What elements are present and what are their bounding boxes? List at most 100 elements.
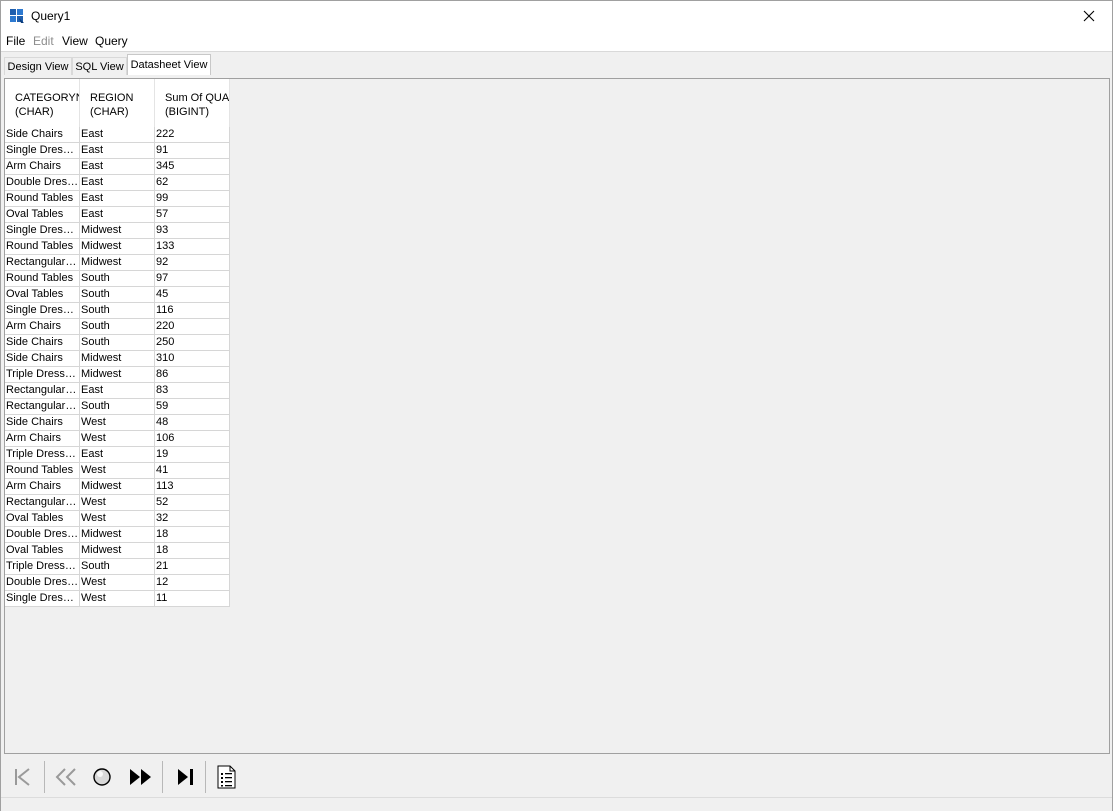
table-cell[interactable]: Side Chairs [5, 415, 80, 431]
table-cell[interactable]: South [80, 303, 155, 319]
table-cell[interactable]: Round Tables [5, 191, 80, 207]
table-cell[interactable]: East [80, 383, 155, 399]
table-cell[interactable]: 250 [155, 335, 230, 351]
table-row[interactable]: Arm Chairs Midwest 113 [5, 479, 230, 495]
table-row[interactable]: Triple Dressers East 19 [5, 447, 230, 463]
table-cell[interactable]: 86 [155, 367, 230, 383]
table-row[interactable]: Triple Dressers Midwest 86 [5, 367, 230, 383]
table-cell[interactable]: 19 [155, 447, 230, 463]
table-cell[interactable]: Side Chairs [5, 127, 80, 143]
table-cell[interactable]: Single Dressers [5, 223, 80, 239]
table-cell[interactable]: 52 [155, 495, 230, 511]
table-cell[interactable]: Double Dressers [5, 175, 80, 191]
table-cell[interactable]: West [80, 431, 155, 447]
table-cell[interactable]: Triple Dressers [5, 447, 80, 463]
table-cell[interactable]: 99 [155, 191, 230, 207]
column-header[interactable]: CATEGORYNAME (CHAR) [5, 79, 80, 127]
table-cell[interactable]: Double Dressers [5, 527, 80, 543]
table-cell[interactable]: Oval Tables [5, 207, 80, 223]
table-row[interactable]: Rectangular TablesEast83 [5, 383, 230, 399]
table-row[interactable]: Round Tables East 99 [5, 191, 230, 207]
tab-design-view[interactable]: Design View [4, 57, 72, 75]
table-cell[interactable]: 133 [155, 239, 230, 255]
tab-datasheet-view[interactable]: Datasheet View [127, 54, 211, 75]
table-cell[interactable]: Rectangular Tables [5, 495, 80, 511]
table-cell[interactable]: Triple Dressers [5, 559, 80, 575]
table-row[interactable]: Side Chairs East 222 [5, 127, 230, 143]
table-cell[interactable]: 116 [155, 303, 230, 319]
table-cell[interactable]: South [80, 559, 155, 575]
table-cell[interactable]: Oval Tables [5, 511, 80, 527]
table-cell[interactable]: 83 [155, 383, 230, 399]
table-row[interactable]: Single Dressers East 91 [5, 143, 230, 159]
table-row[interactable]: Rectangular TablesMidwest92 [5, 255, 230, 271]
table-row[interactable]: Double Dressers Midwest 18 [5, 527, 230, 543]
tab-sql-view[interactable]: SQL View [72, 57, 127, 75]
menu-view[interactable]: View [62, 34, 88, 48]
table-row[interactable]: Round Tables West 41 [5, 463, 230, 479]
menu-edit[interactable]: Edit [33, 34, 54, 48]
last-record-button[interactable] [171, 763, 199, 791]
table-cell[interactable]: 113 [155, 479, 230, 495]
table-cell[interactable]: 92 [155, 255, 230, 271]
table-row[interactable]: Single Dressers South 116 [5, 303, 230, 319]
close-button[interactable] [1066, 1, 1112, 31]
table-cell[interactable]: Midwest [80, 543, 155, 559]
table-cell[interactable]: East [80, 191, 155, 207]
table-row[interactable]: Arm Chairs South 220 [5, 319, 230, 335]
table-cell[interactable]: Arm Chairs [5, 319, 80, 335]
table-cell[interactable]: 12 [155, 575, 230, 591]
table-row[interactable]: Arm Chairs West 106 [5, 431, 230, 447]
column-header[interactable]: Sum Of QUANTITY (BIGINT) [155, 79, 230, 127]
table-cell[interactable]: West [80, 415, 155, 431]
table-cell[interactable]: South [80, 335, 155, 351]
table-row[interactable]: Single Dressers West 11 [5, 591, 230, 607]
table-cell[interactable]: 106 [155, 431, 230, 447]
table-cell[interactable]: Midwest [80, 527, 155, 543]
table-row[interactable]: Oval Tables West 32 [5, 511, 230, 527]
table-cell[interactable]: East [80, 143, 155, 159]
table-row[interactable]: Oval Tables Midwest 18 [5, 543, 230, 559]
table-cell[interactable]: Side Chairs [5, 335, 80, 351]
table-row[interactable]: Side Chairs West 48 [5, 415, 230, 431]
table-cell[interactable]: 220 [155, 319, 230, 335]
table-cell[interactable]: West [80, 575, 155, 591]
table-cell[interactable]: Round Tables [5, 239, 80, 255]
menu-file[interactable]: File [6, 34, 25, 48]
table-cell[interactable]: 91 [155, 143, 230, 159]
table-row[interactable]: Oval Tables East 57 [5, 207, 230, 223]
table-row[interactable]: Arm Chairs East 345 [5, 159, 230, 175]
table-cell[interactable]: Midwest [80, 351, 155, 367]
table-cell[interactable]: 11 [155, 591, 230, 607]
table-cell[interactable]: West [80, 463, 155, 479]
table-cell[interactable]: East [80, 175, 155, 191]
table-cell[interactable]: East [80, 447, 155, 463]
table-cell[interactable]: Double Dressers [5, 575, 80, 591]
table-cell[interactable]: Arm Chairs [5, 159, 80, 175]
table-cell[interactable]: 18 [155, 527, 230, 543]
table-cell[interactable]: Oval Tables [5, 287, 80, 303]
table-cell[interactable]: 59 [155, 399, 230, 415]
table-cell[interactable]: 222 [155, 127, 230, 143]
table-row[interactable]: Double Dressers East 62 [5, 175, 230, 191]
table-cell[interactable]: Single Dressers [5, 143, 80, 159]
table-cell[interactable]: Single Dressers [5, 591, 80, 607]
table-cell[interactable]: Round Tables [5, 271, 80, 287]
table-row[interactable]: Rectangular TablesWest52 [5, 495, 230, 511]
table-row[interactable]: Side Chairs Midwest 310 [5, 351, 230, 367]
first-record-button[interactable] [9, 763, 37, 791]
table-cell[interactable]: 345 [155, 159, 230, 175]
table-cell[interactable]: Midwest [80, 255, 155, 271]
table-cell[interactable]: Single Dressers [5, 303, 80, 319]
table-cell[interactable]: Midwest [80, 223, 155, 239]
table-row[interactable]: Oval Tables South 45 [5, 287, 230, 303]
table-cell[interactable]: East [80, 127, 155, 143]
stop-button[interactable] [88, 763, 116, 791]
table-cell[interactable]: Side Chairs [5, 351, 80, 367]
table-row[interactable]: Single Dressers Midwest 93 [5, 223, 230, 239]
table-row[interactable]: Triple Dressers South 21 [5, 559, 230, 575]
table-cell[interactable]: Triple Dressers [5, 367, 80, 383]
table-row[interactable]: Side Chairs South 250 [5, 335, 230, 351]
menu-query[interactable]: Query [95, 34, 128, 48]
table-cell[interactable]: 48 [155, 415, 230, 431]
